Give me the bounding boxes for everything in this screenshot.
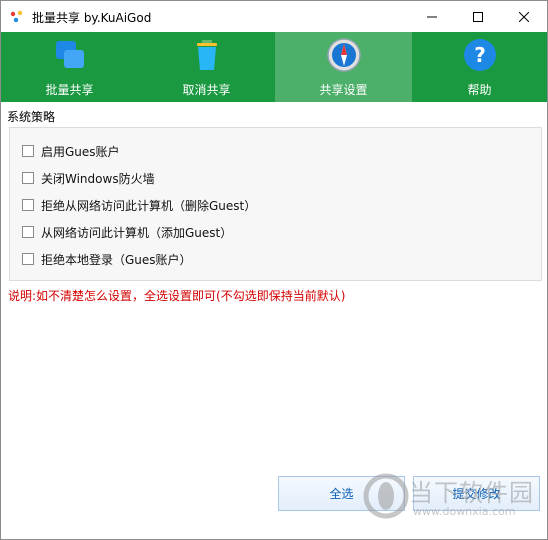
help-icon: ? <box>463 39 496 71</box>
title-bar[interactable]: 批量共享 by.KuAiGod <box>1 1 547 32</box>
option-disable-firewall[interactable]: 关闭Windows防火墙 <box>22 169 155 187</box>
trash-icon <box>196 40 217 70</box>
share-windows-icon <box>55 41 84 68</box>
minimize-icon <box>427 16 437 17</box>
tab-help[interactable]: ? 帮助 <box>412 32 547 102</box>
app-window: 批量共享 by.KuAiGod 批量共享 取消共享 共享设置 ? 帮助 系统策略… <box>0 0 548 540</box>
checkbox[interactable] <box>22 172 34 184</box>
policy-group-label: 系统策略 <box>7 110 56 124</box>
tab-cancel-share[interactable]: 取消共享 <box>138 32 275 102</box>
select-all-button[interactable]: 全选 <box>278 476 405 511</box>
window-title: 批量共享 by.KuAiGod <box>32 11 152 25</box>
close-button[interactable] <box>501 1 547 32</box>
option-label: 关闭Windows防火墙 <box>41 171 155 186</box>
submit-button[interactable]: 提交修改 <box>413 476 540 511</box>
tab-batch-share[interactable]: 批量共享 <box>1 32 138 102</box>
tab-label: 取消共享 <box>182 83 231 97</box>
close-icon <box>519 11 529 22</box>
tab-label: 共享设置 <box>319 83 368 97</box>
minimize-button[interactable] <box>409 1 455 32</box>
app-icon <box>10 10 23 23</box>
maximize-icon <box>473 11 483 22</box>
option-deny-network-access[interactable]: 拒绝从网络访问此计算机（删除Guest） <box>22 196 256 214</box>
instruction-note: 说明:如不清楚怎么设置，全选设置即可(不勾选即保持当前默认) <box>8 289 346 303</box>
option-allow-network-access[interactable]: 从网络访问此计算机（添加Guest） <box>22 223 232 241</box>
compass-icon <box>326 38 361 72</box>
tab-bar: 批量共享 取消共享 共享设置 ? 帮助 <box>1 32 547 102</box>
checkbox[interactable] <box>22 145 34 157</box>
policy-group: 启用Gues账户 关闭Windows防火墙 拒绝从网络访问此计算机（删除Gues… <box>9 127 542 281</box>
option-label: 从网络访问此计算机（添加Guest） <box>41 225 233 240</box>
option-label: 拒绝从网络访问此计算机（删除Guest） <box>41 198 257 213</box>
option-deny-local-logon[interactable]: 拒绝本地登录（Gues账户） <box>22 250 192 268</box>
svg-text:?: ? <box>474 43 486 67</box>
checkbox[interactable] <box>22 253 34 265</box>
tab-label: 批量共享 <box>45 83 94 97</box>
tab-label: 帮助 <box>467 83 492 97</box>
tab-share-settings[interactable]: 共享设置 <box>275 32 412 102</box>
option-enable-guest[interactable]: 启用Gues账户 <box>22 142 120 160</box>
checkbox[interactable] <box>22 226 34 238</box>
option-label: 拒绝本地登录（Gues账户） <box>41 252 192 267</box>
option-label: 启用Gues账户 <box>41 144 120 159</box>
checkbox[interactable] <box>22 199 34 211</box>
maximize-button[interactable] <box>455 1 501 32</box>
